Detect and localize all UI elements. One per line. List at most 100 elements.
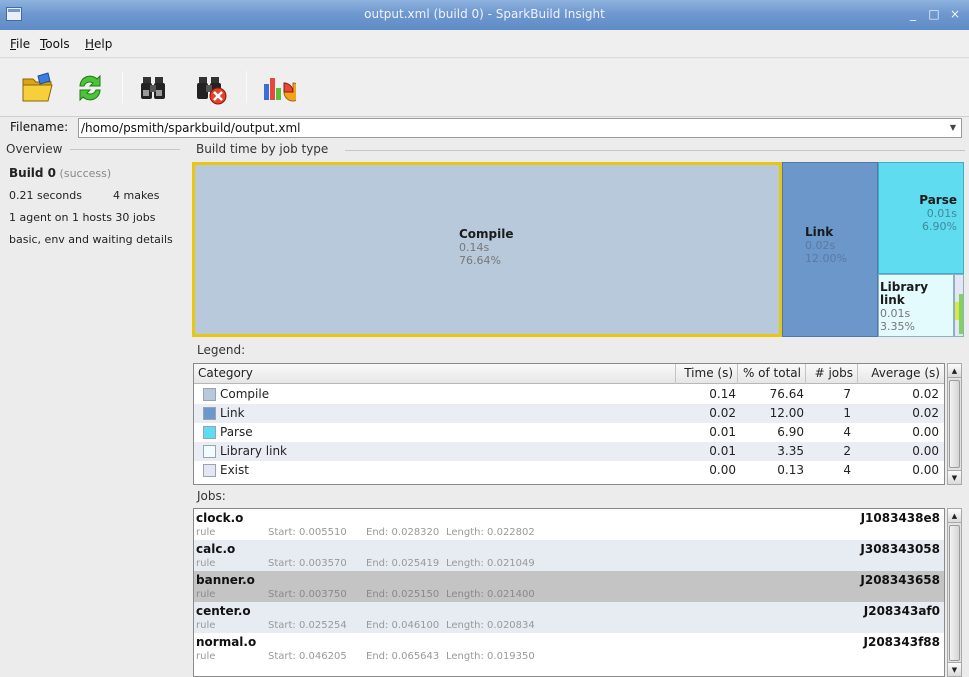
legend-row[interactable]: Exist 0.00 0.13 4 0.00 [194,461,944,480]
build-status: (success) [59,167,112,180]
jobs-scrollbar[interactable]: ▲ ▼ [947,508,962,677]
job-row[interactable]: normal.o J208343f88 rule Start: 0.046205… [194,633,944,664]
legend-average: 0.00 [912,425,939,439]
job-name: calc.o [196,542,236,556]
legend-scroll-thumb[interactable] [949,380,960,468]
binoculars-icon[interactable] [136,70,172,106]
job-length: Length: 0.022802 [446,527,535,538]
treemap-cell-compile[interactable]: Compile 0.14s 76.64% [192,162,782,337]
job-length: Length: 0.019350 [446,651,535,662]
legend-time: 0.01 [709,425,736,439]
treemap-library-link-time: 0.01s [880,307,911,320]
link-swatch [203,407,216,420]
legend-jobs: 1 [843,406,851,420]
library-link-swatch [203,445,216,458]
job-start: Start: 0.046205 [268,651,347,662]
job-type: rule [196,558,216,569]
scroll-up-icon[interactable]: ▲ [948,364,961,378]
build-agents: 1 agent on 1 hosts 30 jobs [9,211,156,224]
menu-file[interactable]: File [10,37,30,51]
maximize-button[interactable]: □ [924,2,944,26]
build-seconds: 0.21 seconds [9,189,82,202]
legend-category: Library link [220,444,287,458]
overview-build-row: Build 0 (success) [9,166,111,180]
window-title: output.xml (build 0) - SparkBuild Insigh… [364,7,605,21]
filename-label: Filename: [10,120,69,134]
legend-time: 0.01 [709,444,736,458]
build-makes: 4 makes [113,189,160,202]
treemap-parse-name: Parse [919,193,957,207]
filename-value: /homo/psmith/sparkbuild/output.xml [81,121,301,135]
chart-icon[interactable] [260,70,303,106]
treemap-library-link-pct: 3.35% [880,320,915,333]
job-row-selected[interactable]: banner.o J208343658 rule Start: 0.003750… [194,571,944,602]
job-name: banner.o [196,573,255,587]
job-type: rule [196,620,216,631]
jobs-scroll-thumb[interactable] [949,525,960,661]
treemap-cell-link[interactable]: Link 0.02s 12.00% [782,162,878,337]
treemap-cell-small-green[interactable] [959,294,963,334]
legend-col-time[interactable]: Time (s) [676,364,738,384]
treemap-cell-library-link[interactable]: Library link 0.01s 3.35% [878,274,954,337]
legend-row[interactable]: Parse 0.01 6.90 4 0.00 [194,423,944,442]
buildtime-divider [345,150,965,151]
legend-pct: 12.00 [769,406,804,420]
parse-swatch [203,426,216,439]
job-start: Start: 0.025254 [268,620,347,631]
close-button[interactable]: × [945,2,965,26]
legend-time: 0.14 [709,387,736,401]
job-length: Length: 0.020834 [446,620,535,631]
binoculars-clear-icon[interactable] [192,70,228,106]
treemap-link-name: Link [805,225,834,239]
job-start: Start: 0.003570 [268,558,347,569]
legend-row[interactable]: Link 0.02 12.00 1 0.02 [194,404,944,423]
chevron-down-icon[interactable]: ▼ [946,120,960,136]
legend-average: 0.02 [912,387,939,401]
treemap-compile-pct: 76.64% [459,254,501,267]
legend-row[interactable]: Compile 0.14 76.64 7 0.02 [194,385,944,404]
job-end: End: 0.065643 [366,651,440,662]
legend-jobs: 2 [843,444,851,458]
job-row[interactable]: clock.o J1083438e8 rule Start: 0.005510 … [194,509,944,540]
scroll-down-icon[interactable]: ▼ [948,470,961,484]
title-bar: output.xml (build 0) - SparkBuild Insigh… [0,0,969,30]
job-end: End: 0.028320 [366,527,440,538]
legend-scrollbar[interactable]: ▲ ▼ [947,363,962,485]
job-end: End: 0.025150 [366,589,440,600]
build-details-link[interactable]: basic, env and waiting details [9,233,173,246]
treemap-cell-parse[interactable]: Parse 0.01s 6.90% [878,162,964,274]
legend-jobs: 7 [843,387,851,401]
scroll-up-icon[interactable]: ▲ [948,509,961,523]
open-folder-icon[interactable] [20,70,56,106]
menu-help[interactable]: Help [85,37,112,51]
menu-tools[interactable]: Tools [40,37,70,51]
legend-header: Category Time (s) % of total # jobs Aver… [194,364,944,384]
legend-category: Link [220,406,245,420]
legend-col-pct[interactable]: % of total [738,364,806,384]
filename-combobox[interactable]: /homo/psmith/sparkbuild/output.xml ▼ [78,118,962,138]
exist-swatch [203,464,216,477]
job-row[interactable]: calc.o J308343058 rule Start: 0.003570 E… [194,540,944,571]
refresh-icon[interactable] [72,70,108,106]
legend-jobs: 4 [843,463,851,477]
legend-time: 0.02 [709,406,736,420]
menu-bar: File Tools Help [0,30,969,58]
job-row[interactable]: center.o J208343af0 rule Start: 0.025254… [194,602,944,633]
job-end: End: 0.025419 [366,558,440,569]
legend-col-category[interactable]: Category [194,364,676,384]
app-window-icon [6,7,22,21]
treemap-parse-time: 0.01s [926,207,957,220]
build-label[interactable]: Build 0 [9,166,56,180]
legend-row[interactable]: Library link 0.01 3.35 2 0.00 [194,442,944,461]
legend-category: Exist [220,463,249,477]
job-id: J208343f88 [863,635,940,649]
filename-row: Filename: /homo/psmith/sparkbuild/output… [0,117,969,139]
legend-col-jobs[interactable]: # jobs [806,364,858,384]
minimize-button[interactable]: _ [903,2,923,26]
legend-pct: 76.64 [769,387,804,401]
legend-category: Parse [220,425,253,439]
legend-col-average[interactable]: Average (s) [858,364,944,384]
job-id: J1083438e8 [860,511,940,525]
legend-jobs: 4 [843,425,851,439]
scroll-down-icon[interactable]: ▼ [948,662,961,676]
